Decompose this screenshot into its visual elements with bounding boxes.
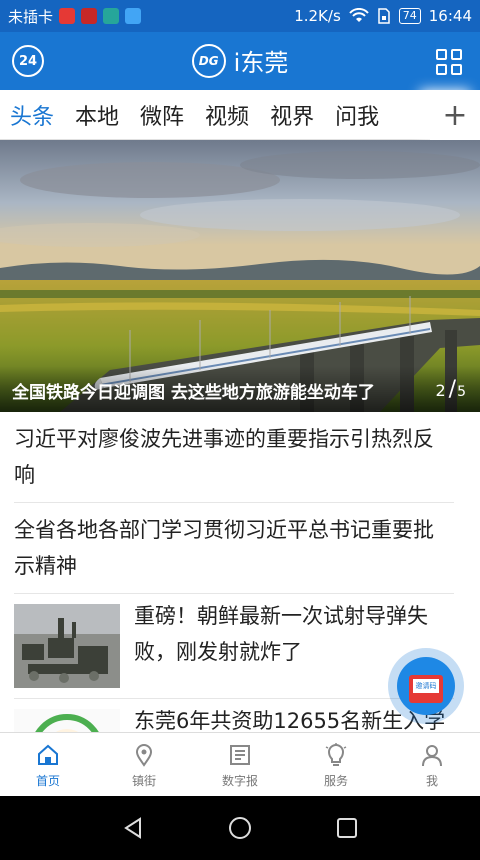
carrier-text: 未插卡 (8, 7, 54, 26)
pager-slash: / (448, 377, 457, 402)
invite-envelope-icon: 邀请码 (397, 657, 455, 715)
hero-carousel[interactable]: 全国铁路今日迎调图 去这些地方旅游能坐动车了 2/5 (0, 140, 480, 412)
system-navigation-bar (0, 796, 480, 860)
app-title-group: DG i东莞 (0, 43, 480, 78)
notification-app-icon (103, 8, 120, 24)
recents-icon[interactable] (333, 814, 361, 842)
home-icon (38, 744, 58, 765)
tab-weizhen[interactable]: 微阵 (140, 99, 184, 131)
carousel-pager: 2/5 (435, 377, 466, 402)
nav-epaper-label: 数字报 (221, 774, 258, 788)
tab-headlines[interactable]: 头条 (10, 99, 54, 131)
app-logo: DG (191, 43, 226, 78)
tab-vision[interactable]: 视界 (270, 99, 314, 131)
back-icon[interactable] (119, 814, 147, 842)
wifi-icon (349, 8, 369, 22)
tab-ask-me[interactable]: 问我 (335, 99, 379, 131)
tab-video[interactable]: 视频 (205, 99, 249, 131)
newspaper-icon (230, 745, 250, 765)
lightbulb-icon (325, 743, 347, 766)
status-bar: 未插卡 1.2K/s 74 16:44 (0, 0, 480, 32)
grid-menu-icon[interactable] (436, 49, 462, 75)
nav-me[interactable]: 我 (384, 733, 480, 796)
notification-app-icon (81, 8, 98, 24)
plus-icon: + (442, 97, 468, 133)
invite-code-fab[interactable]: 邀请码 (388, 648, 464, 724)
clock: 16:44 (428, 7, 472, 25)
location-pin-icon (135, 744, 153, 767)
nav-epaper[interactable]: 数字报 (192, 733, 288, 796)
invite-code-label: 邀请码 (413, 679, 439, 693)
nav-me-label: 我 (425, 774, 438, 788)
news-title: 全省各地各部门学习贯彻习近平总书记重要批示精神 (14, 518, 434, 578)
network-speed: 1.2K/s (294, 7, 341, 25)
battery-indicator: 74 (398, 8, 421, 24)
add-tab-button[interactable]: + (430, 90, 480, 140)
pager-total: 5 (457, 384, 466, 400)
category-tabs: 头条 本地 微阵 视频 视界 问我 + (0, 90, 480, 140)
pager-current: 2 (435, 381, 446, 400)
news-thumbnail (14, 709, 120, 732)
nav-home[interactable]: 首页 (0, 733, 96, 796)
app-header: 24 DG i东莞 (0, 32, 480, 90)
hero-caption: 全国铁路今日迎调图 去这些地方旅游能坐动车了 (12, 383, 375, 403)
tab-local[interactable]: 本地 (75, 99, 119, 131)
notification-app-icon (59, 8, 76, 24)
nav-town-label: 镇街 (131, 774, 156, 788)
app-logo-text: DG (198, 53, 219, 68)
bottom-navigation: 首页 镇街 数字报 服务 我 (0, 732, 480, 796)
nav-services-label: 服务 (323, 774, 348, 788)
hero-caption-bar: 全国铁路今日迎调图 去这些地方旅游能坐动车了 (0, 366, 480, 412)
nav-town[interactable]: 镇街 (96, 733, 192, 796)
nav-services[interactable]: 服务 (288, 733, 384, 796)
news-item[interactable]: 习近平对廖俊波先进事迹的重要指示引热烈反响 (14, 412, 454, 503)
news-item[interactable]: 全省各地各部门学习贯彻习近平总书记重要批示精神 (14, 503, 454, 594)
home-circle-icon[interactable] (226, 814, 254, 842)
news-title: 习近平对廖俊波先进事迹的重要指示引热烈反响 (14, 427, 434, 487)
nav-home-label: 首页 (35, 774, 60, 788)
person-icon (422, 745, 442, 767)
sim-icon (378, 8, 390, 24)
app-title: i东莞 (233, 49, 289, 77)
news-item[interactable]: 东莞6年共资助12655名新生入学 (14, 699, 454, 732)
news-thumbnail (14, 604, 120, 688)
notification-app-icon (125, 8, 142, 24)
